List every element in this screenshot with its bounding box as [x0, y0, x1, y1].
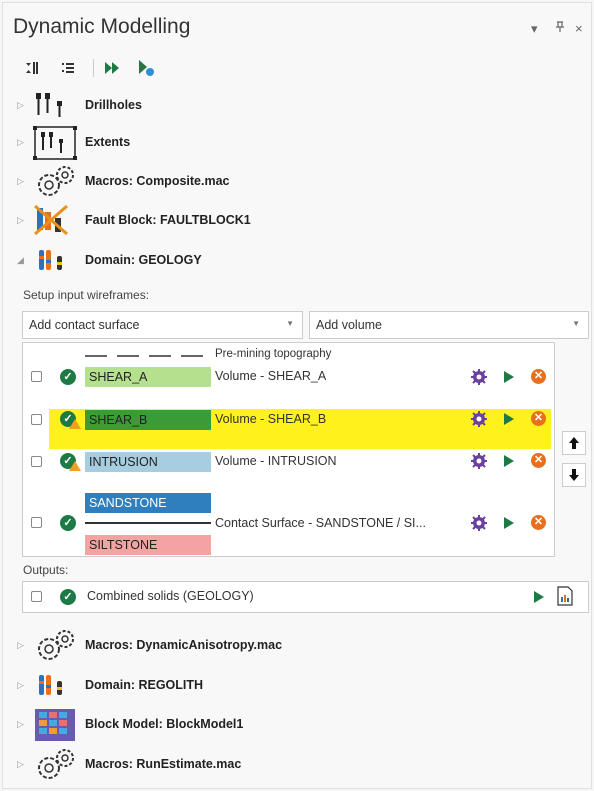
dropdown-value: Add contact surface: [29, 318, 140, 332]
topography-dashed-line: [85, 355, 213, 357]
row-checkbox[interactable]: [31, 517, 42, 528]
macro-gears-icon: [33, 165, 77, 199]
domain-icon: [33, 244, 77, 278]
settings-gear-icon[interactable]: [471, 411, 487, 427]
tree-item-label: Fault Block: FAULTBLOCK1: [85, 213, 251, 227]
panel-title: Dynamic Modelling: [13, 15, 191, 38]
delete-icon[interactable]: ✕: [531, 515, 546, 530]
drillholes-icon: [33, 89, 77, 123]
tree-item-fault-block[interactable]: ▷ Fault Block: FAULTBLOCK1: [3, 204, 591, 238]
chevron-down-icon: ▼: [572, 319, 580, 328]
report-document-icon[interactable]: [557, 586, 573, 606]
panel-titlebar: Dynamic Modelling ▾ ×: [3, 3, 591, 47]
arrow-up-icon: [569, 437, 579, 449]
wireframe-swatch: SHEAR_B: [85, 410, 211, 430]
warning-icon: [69, 419, 81, 429]
tree-item-label: Extents: [85, 135, 131, 149]
status-ok-icon: ✓: [60, 515, 76, 531]
outputs-label: Outputs:: [23, 563, 69, 577]
macro-gears-icon: [33, 629, 77, 663]
status-ok-icon: ✓: [60, 589, 76, 605]
macro-gears-icon: [33, 748, 77, 782]
close-icon[interactable]: ×: [575, 21, 583, 36]
warning-icon: [69, 461, 81, 471]
tree-item-label: Macros: RunEstimate.mac: [85, 757, 242, 771]
add-contact-surface-dropdown[interactable]: Add contact surface ▼: [22, 311, 303, 339]
expand-arrow-icon[interactable]: ▷: [17, 137, 24, 148]
expand-all-icon[interactable]: [57, 57, 79, 79]
tree-item-label: Block Model: BlockModel1: [85, 717, 244, 731]
status-ok-icon: ✓: [60, 369, 76, 385]
tree-item-extents[interactable]: ▷ Extents: [3, 126, 591, 160]
move-down-button[interactable]: [562, 463, 586, 487]
delete-icon[interactable]: ✕: [531, 369, 546, 384]
pin-icon[interactable]: [555, 21, 565, 36]
run-icon[interactable]: [504, 371, 514, 383]
delete-icon[interactable]: ✕: [531, 453, 546, 468]
toolbar-separator: [93, 59, 94, 77]
extents-icon: [33, 126, 77, 160]
expand-arrow-icon[interactable]: ▷: [17, 176, 24, 187]
output-checkbox[interactable]: [31, 591, 42, 602]
tree-item-label: Macros: Composite.mac: [85, 174, 230, 188]
arrow-down-icon: [569, 469, 579, 481]
row-checkbox[interactable]: [31, 414, 42, 425]
tree-item-macro-composite[interactable]: ▷ Macros: Composite.mac: [3, 165, 591, 199]
tree-item-domain-regolith[interactable]: ▷ Domain: REGOLITH: [3, 669, 591, 703]
contact-surface-line: [85, 522, 211, 524]
run-icon[interactable]: [504, 455, 514, 467]
collapse-arrow-icon[interactable]: ◢: [17, 255, 24, 266]
move-up-button[interactable]: [562, 431, 586, 455]
run-selected-icon[interactable]: [135, 57, 157, 79]
settings-gear-icon[interactable]: [471, 369, 487, 385]
settings-gear-icon[interactable]: [471, 453, 487, 469]
wireframe-swatch: INTRUSION: [85, 452, 211, 472]
tree-item-drillholes[interactable]: ▷ Drillholes: [3, 89, 591, 123]
wireframe-swatch: SHEAR_A: [85, 367, 211, 387]
fault-block-icon: [33, 204, 77, 238]
tree-item-macro-runestimate[interactable]: ▷ Macros: RunEstimate.mac: [3, 748, 591, 782]
run-output-icon[interactable]: [534, 591, 544, 603]
tree-item-label: Drillholes: [85, 98, 142, 112]
tree-item-label: Domain: GEOLOGY: [85, 253, 202, 267]
setup-input-label: Setup input wireframes:: [23, 288, 150, 302]
wireframe-description: Volume - SHEAR_A: [215, 369, 327, 383]
contact-bottom-swatch: SILTSTONE: [85, 535, 211, 555]
domain-icon: [33, 669, 77, 703]
tree-item-label: Domain: REGOLITH: [85, 678, 204, 692]
tree-item-block-model[interactable]: ▷ Block Model: BlockModel1: [3, 708, 591, 742]
topography-label: Pre-mining topography: [215, 348, 332, 360]
expand-arrow-icon[interactable]: ▷: [17, 759, 24, 770]
run-icon[interactable]: [504, 517, 514, 529]
expand-arrow-icon[interactable]: ▷: [17, 100, 24, 111]
collapse-all-icon[interactable]: [21, 57, 43, 79]
wireframe-description: Volume - INTRUSION: [215, 454, 337, 468]
expand-arrow-icon[interactable]: ▷: [17, 680, 24, 691]
delete-icon[interactable]: ✕: [531, 411, 546, 426]
run-icon[interactable]: [504, 413, 514, 425]
dropdown-value: Add volume: [316, 318, 383, 332]
run-all-icon[interactable]: [101, 57, 123, 79]
toolbar: [3, 53, 591, 83]
expand-arrow-icon[interactable]: ▷: [17, 640, 24, 651]
chevron-down-icon: ▼: [286, 319, 294, 328]
panel-menu-dropdown-icon[interactable]: ▾: [531, 21, 538, 37]
block-model-icon: [33, 708, 77, 742]
expand-arrow-icon[interactable]: ▷: [17, 215, 24, 226]
expand-arrow-icon[interactable]: ▷: [17, 719, 24, 730]
contact-description: Contact Surface - SANDSTONE / SI...: [215, 516, 426, 530]
tree-item-macro-anisotropy[interactable]: ▷ Macros: DynamicAnisotropy.mac: [3, 629, 591, 663]
tree-item-label: Macros: DynamicAnisotropy.mac: [85, 638, 283, 652]
add-volume-dropdown[interactable]: Add volume ▼: [309, 311, 589, 339]
contact-top-swatch: SANDSTONE: [85, 493, 211, 513]
output-item-label: Combined solids (GEOLOGY): [87, 589, 254, 603]
row-checkbox[interactable]: [31, 371, 42, 382]
row-checkbox[interactable]: [31, 456, 42, 467]
tree-item-domain-geology[interactable]: ◢ Domain: GEOLOGY: [3, 244, 591, 278]
dynamic-modelling-panel: Dynamic Modelling ▾ × ▷ Drillholes ▷ Ext…: [2, 2, 592, 789]
settings-gear-icon[interactable]: [471, 515, 487, 531]
wireframe-description: Volume - SHEAR_B: [215, 412, 327, 426]
